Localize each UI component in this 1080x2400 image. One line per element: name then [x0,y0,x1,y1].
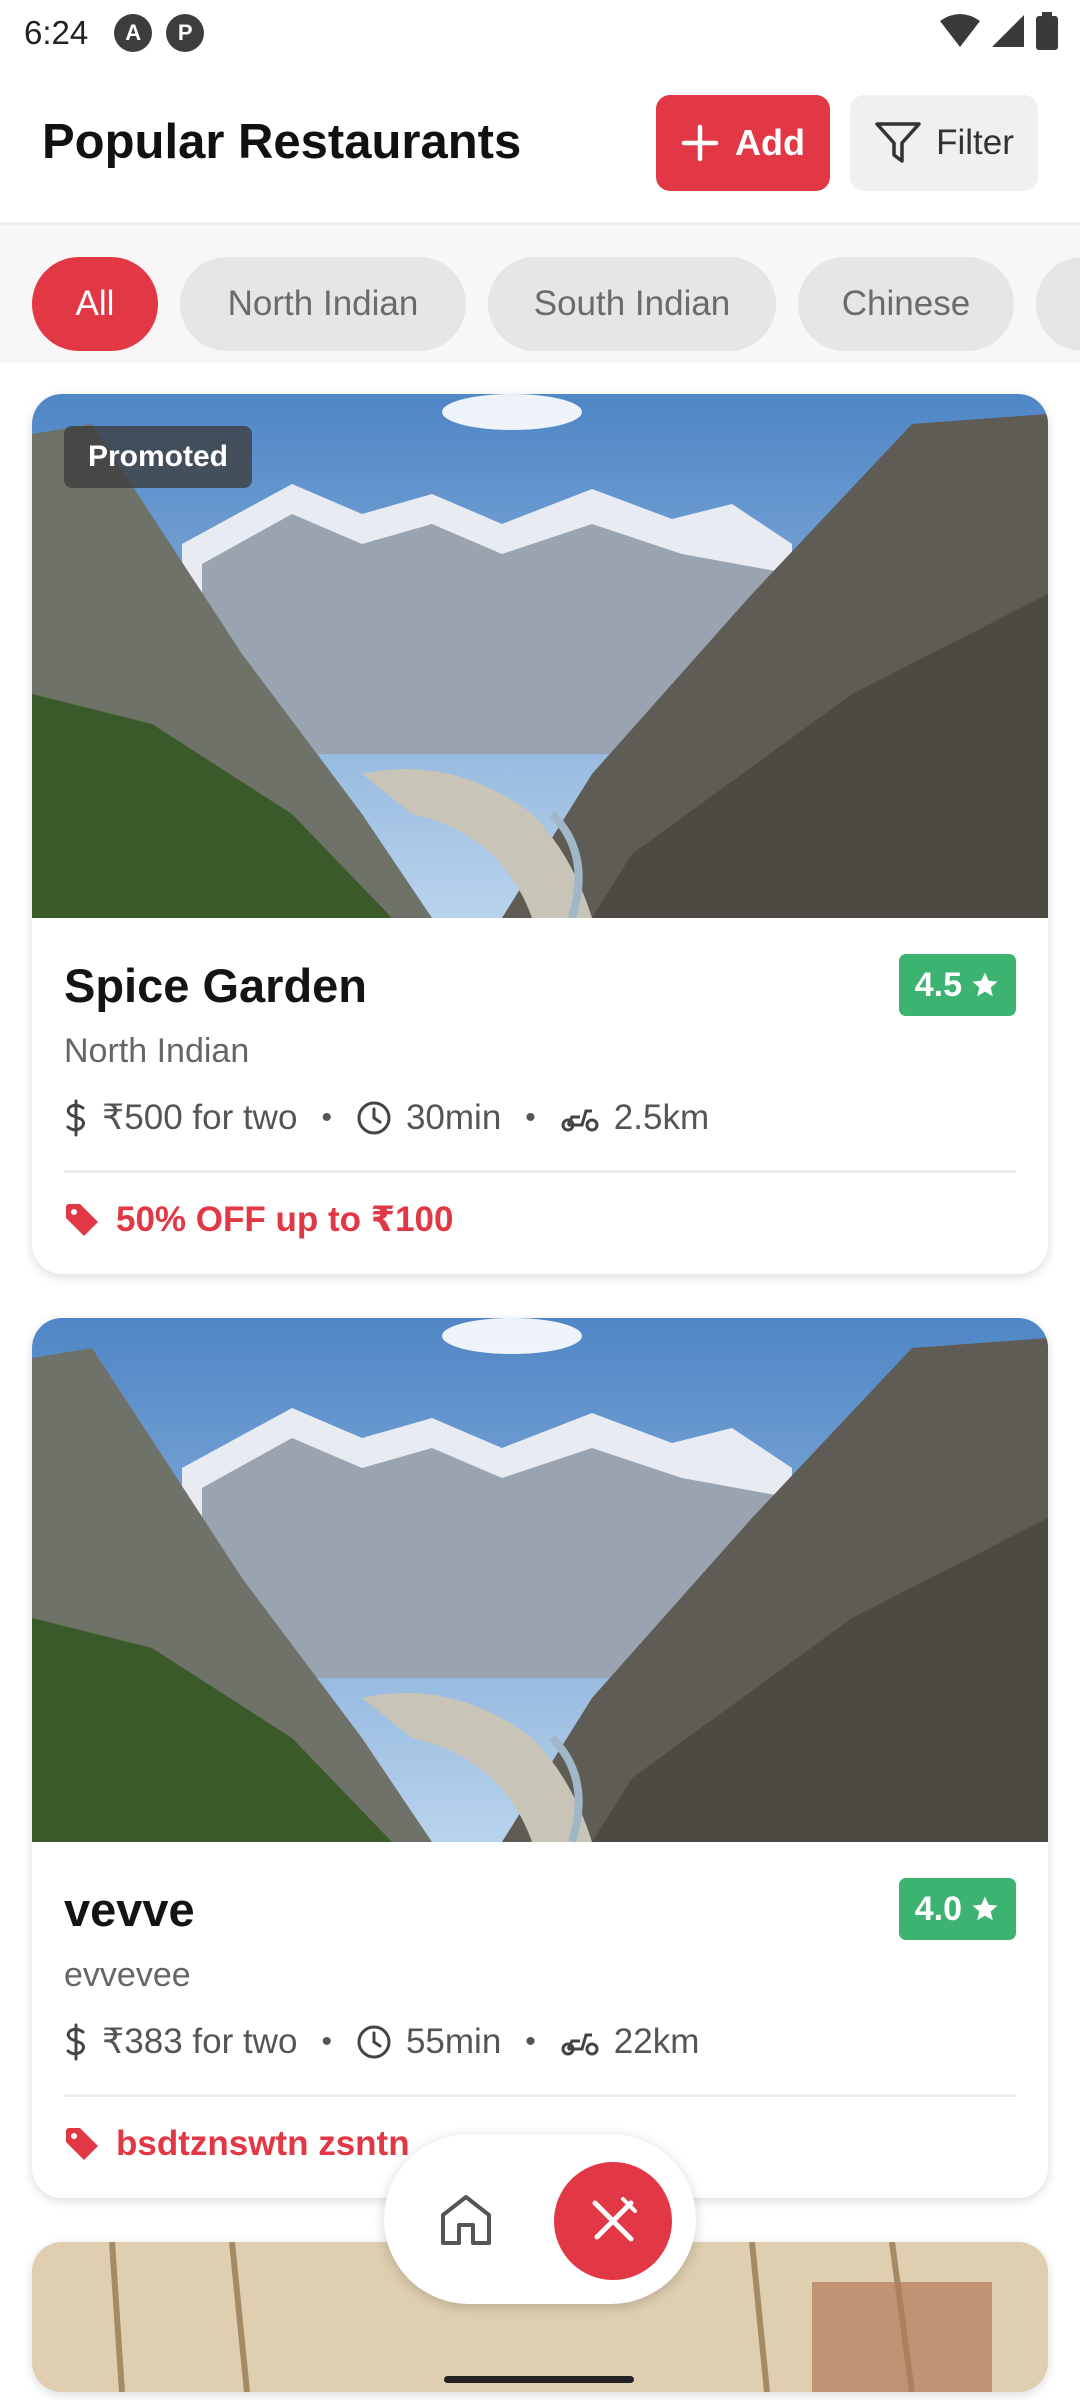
add-button-label: Add [735,122,805,163]
mountain-valley-photo [32,1318,1048,1842]
scooter-icon [561,2033,599,2056]
category-chip-north-indian[interactable]: North Indian [180,257,466,351]
restaurant-card-body: Spice Garden 4.5 North Indian ₹500 for t… [32,918,1048,1274]
star-icon [972,1896,998,1921]
restaurant-name: Spice Garden [64,959,367,1012]
category-chip-all[interactable]: All [32,257,158,351]
rating-badge: 4.5 [898,954,1016,1016]
cellular-signal-icon [992,15,1024,47]
meta-separator: • [525,2025,536,2058]
restaurant-meta: ₹383 for two • 55min • 22km [64,2022,699,2062]
nav-dining-button[interactable] [554,2162,672,2280]
category-chip-partial[interactable]: I [1036,257,1080,351]
floating-bottom-nav [384,2134,696,2304]
promoted-badge: Promoted [64,426,253,488]
status-system-icons [940,12,1058,50]
offer-row: bsdtznswtn zsntn [64,2124,410,2164]
category-filter-bar: All North Indian South Indian Chinese I [0,225,1080,363]
offer-text: bsdtznswtn zsntn [116,2124,410,2163]
home-icon [441,2195,491,2245]
page-title: Popular Restaurants [42,115,522,169]
restaurant-image [32,1318,1048,1842]
category-chip-south-indian[interactable]: South Indian [488,257,776,351]
scooter-icon [561,1109,599,1132]
nav-home-button[interactable] [426,2180,506,2260]
status-notification-icons: A P [114,14,205,52]
app-notification-icon: A [114,14,153,52]
rating-value: 4.5 [914,965,962,1004]
battery-icon [1036,12,1058,50]
rating-badge: 4.0 [898,1878,1016,1940]
meta-separator: • [321,1101,332,1134]
clock-icon [357,1101,391,1135]
star-icon [972,972,998,997]
app-notification-icon: P [166,14,205,52]
card-divider [64,1170,1016,1173]
delivery-time: 55min [405,2022,502,2061]
restaurant-name: vevve [64,1883,195,1936]
clock-icon [357,2025,391,2059]
filter-button-label: Filter [936,123,1014,162]
meta-separator: • [321,2025,332,2058]
distance: 2.5km [613,1098,710,1137]
header: Popular Restaurants Add Filter [0,92,1080,222]
restaurant-meta: ₹500 for two • 30min • 2.5km [64,1098,709,1138]
cuisine-label: North Indian [64,1032,250,1070]
category-chips: All North Indian South Indian Chinese I [32,257,1080,351]
fork-knife-icon [592,2197,637,2242]
dollar-icon [66,1099,85,1137]
add-button[interactable]: Add [656,95,830,191]
wifi-icon [940,14,980,47]
offer-row: 50% OFF up to ₹100 [64,1200,453,1240]
plus-icon [681,124,719,162]
dollar-icon [66,2023,85,2061]
restaurant-image: Promoted [32,394,1048,918]
meta-separator: • [525,1101,536,1134]
restaurant-card[interactable]: vevve 4.0 evvevee ₹383 for two • 55min •… [32,1318,1048,2198]
offer-text: 50% OFF up to ₹100 [116,1200,454,1239]
status-bar: 6:24 A P [0,0,1080,66]
price-for-two: ₹383 for two [102,2022,298,2061]
filter-funnel-icon [875,122,921,163]
tag-icon [66,1204,98,1236]
status-time: 6:24 [24,14,89,51]
cuisine-label: evvevee [64,1956,191,1994]
tag-icon [66,2128,98,2160]
delivery-time: 30min [405,1098,502,1137]
category-chip-chinese[interactable]: Chinese [798,257,1014,351]
card-divider [64,2094,1016,2097]
price-for-two: ₹500 for two [102,1098,298,1137]
restaurant-card[interactable]: Promoted Spice Garden 4.5 North Indian ₹… [32,394,1048,1274]
rating-value: 4.0 [914,1889,962,1928]
home-indicator[interactable] [444,2376,634,2383]
distance: 22km [613,2022,700,2061]
filter-button[interactable]: Filter [850,95,1038,191]
